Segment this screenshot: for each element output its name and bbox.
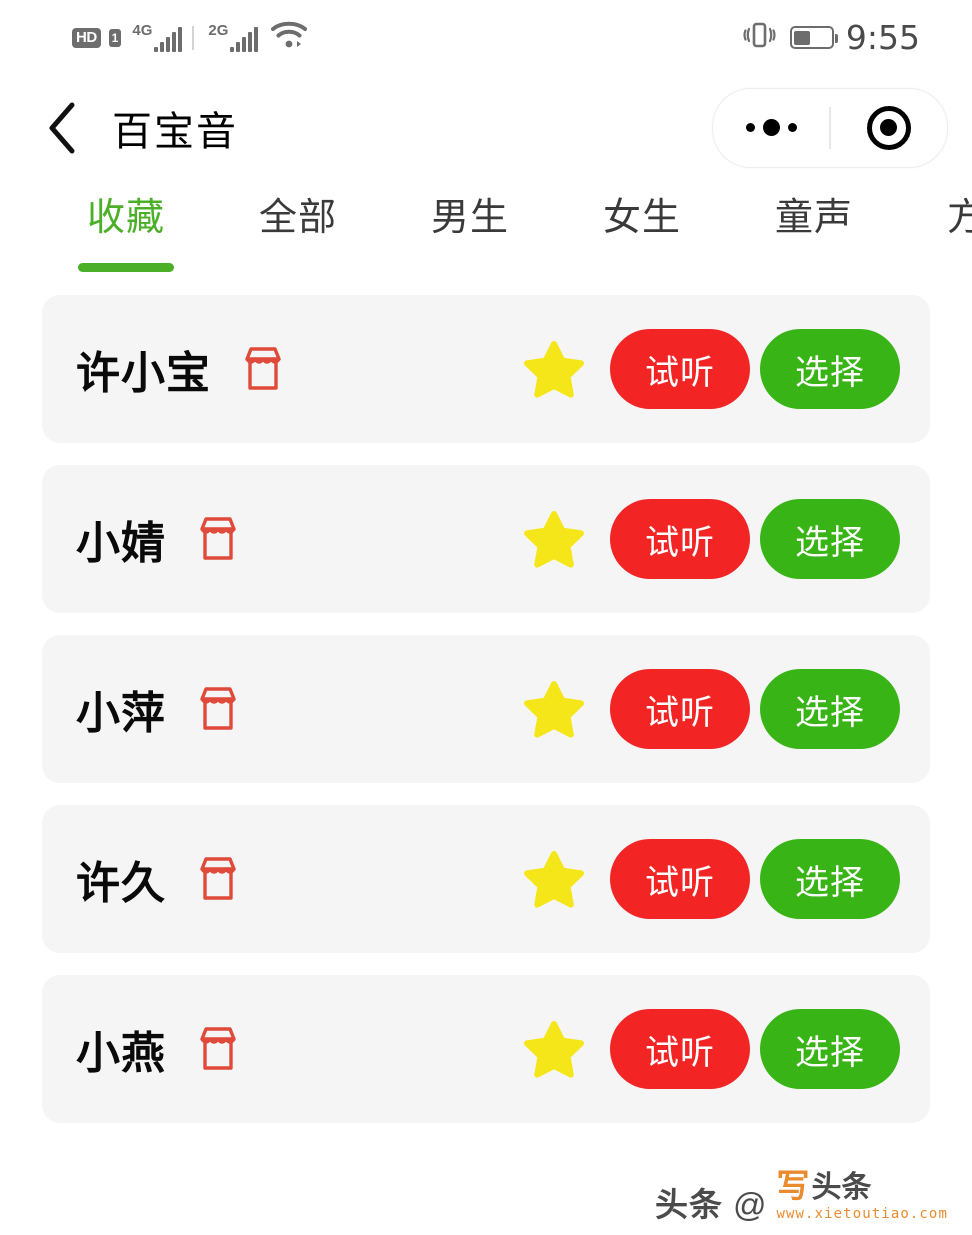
watermark: 头条 @ 写 头条 www.xietoutiao.com	[655, 1169, 948, 1221]
vibrate-icon	[742, 18, 776, 57]
status-bar-right: 9:55	[742, 18, 920, 57]
voice-row[interactable]: 小萍 试听 选择	[42, 635, 930, 783]
watermark-toutiao-label: 头条	[654, 1186, 723, 1223]
shop-icon	[192, 1023, 244, 1075]
favorite-star-button[interactable]	[524, 850, 584, 908]
select-button[interactable]: 选择	[760, 329, 900, 409]
select-button[interactable]: 选择	[760, 1009, 900, 1089]
tab-label: 女生	[602, 197, 681, 239]
voice-row[interactable]: 许久 试听 选择	[42, 805, 930, 953]
tab-label: 方言	[946, 197, 972, 239]
select-button[interactable]: 选择	[760, 839, 900, 919]
tab-active-indicator	[594, 263, 690, 272]
voice-name-label: 许久	[76, 859, 166, 908]
shop-icon	[237, 343, 289, 395]
listen-button[interactable]: 试听	[610, 839, 750, 919]
shop-icon	[200, 517, 236, 560]
tab-label: 收藏	[86, 197, 165, 239]
capsule-close-button[interactable]	[831, 89, 947, 167]
watermark-xie-label: 写	[776, 1167, 810, 1204]
star-icon	[524, 511, 584, 568]
shop-icon	[192, 513, 244, 565]
tab-active-indicator	[422, 263, 518, 272]
shop-icon	[192, 853, 244, 905]
tab-label: 全部	[258, 197, 337, 239]
listen-button[interactable]: 试听	[610, 1009, 750, 1089]
voice-list: 许小宝 试听 选择 小婧 试听 选择 小萍 试听 选择 许久 试听 选择 小燕 试听 选择	[0, 295, 972, 1123]
clock-label: 9:55	[845, 18, 920, 57]
signal-1: 4G	[132, 22, 183, 52]
wifi-icon	[270, 20, 308, 55]
tab-tongsheng[interactable]: 童声	[728, 180, 900, 272]
watermark-url-label: www.xietoutiao.com	[776, 1206, 948, 1222]
signal-divider	[192, 25, 195, 50]
watermark-at-symbol: @	[732, 1186, 767, 1223]
tab-active-indicator	[766, 263, 862, 272]
tab-quanbu[interactable]: 全部	[212, 180, 384, 272]
tab-fangyan[interactable]: 方言	[900, 180, 972, 272]
listen-button[interactable]: 试听	[610, 329, 750, 409]
status-bar: HD 1 4G 2G 9:55	[0, 0, 972, 75]
favorite-star-button[interactable]	[524, 340, 584, 398]
voice-name-label: 许小宝	[76, 349, 211, 398]
tab-active-indicator	[250, 263, 346, 272]
tab-active-indicator	[938, 263, 972, 272]
listen-button[interactable]: 试听	[610, 669, 750, 749]
tab-nvsheng[interactable]: 女生	[556, 180, 728, 272]
status-bar-left: HD 1 4G 2G	[72, 20, 308, 55]
tab-label: 男生	[430, 197, 509, 239]
star-icon	[524, 851, 584, 908]
select-button[interactable]: 选择	[760, 669, 900, 749]
sim-card-icon: 1	[108, 28, 122, 47]
watermark-toutiao2-label: 头条	[811, 1171, 872, 1204]
star-icon	[524, 341, 584, 398]
tab-nansheng[interactable]: 男生	[384, 180, 556, 272]
network-type-2g-label: 2G	[208, 22, 229, 39]
star-icon	[524, 681, 584, 738]
voice-name-label: 小燕	[76, 1029, 166, 1078]
category-tabs[interactable]: 收藏 全部 男生 女生 童声 方言	[0, 180, 972, 295]
voice-row[interactable]: 许小宝 试听 选择	[42, 295, 930, 443]
favorite-star-button[interactable]	[524, 510, 584, 568]
back-button[interactable]	[34, 100, 90, 156]
battery-icon	[789, 26, 838, 49]
tab-label: 童声	[774, 197, 853, 239]
tab-active-indicator	[78, 263, 174, 272]
shop-icon	[245, 347, 281, 390]
network-type-4g-label: 4G	[132, 22, 153, 39]
more-dots-icon	[745, 119, 797, 136]
back-chevron-icon	[49, 102, 75, 153]
shop-icon	[192, 683, 244, 735]
page-title: 百宝音	[112, 109, 238, 154]
voice-row[interactable]: 小燕 试听 选择	[42, 975, 930, 1123]
hd-icon: HD	[72, 27, 101, 48]
shop-icon	[200, 857, 236, 900]
signal-2: 2G	[208, 22, 259, 52]
capsule-menu-button[interactable]	[713, 89, 829, 167]
shop-icon	[200, 1027, 236, 1070]
voice-name-label: 小萍	[76, 689, 166, 738]
star-icon	[524, 1021, 584, 1078]
miniprogram-capsule	[712, 87, 948, 168]
voice-name-label: 小婧	[76, 519, 166, 568]
signal-bars-icon	[154, 26, 183, 52]
listen-button[interactable]: 试听	[610, 499, 750, 579]
watermark-brand: 写 头条 www.xietoutiao.com	[776, 1169, 948, 1221]
voice-row[interactable]: 小婧 试听 选择	[42, 465, 930, 613]
signal-bars-icon-2	[230, 26, 259, 52]
shop-icon	[200, 687, 236, 730]
favorite-star-button[interactable]	[524, 680, 584, 738]
target-circle-icon	[866, 105, 911, 150]
favorite-star-button[interactable]	[524, 1020, 584, 1078]
nav-bar: 百宝音	[0, 75, 972, 180]
select-button[interactable]: 选择	[760, 499, 900, 579]
tab-shoucang[interactable]: 收藏	[40, 180, 212, 272]
